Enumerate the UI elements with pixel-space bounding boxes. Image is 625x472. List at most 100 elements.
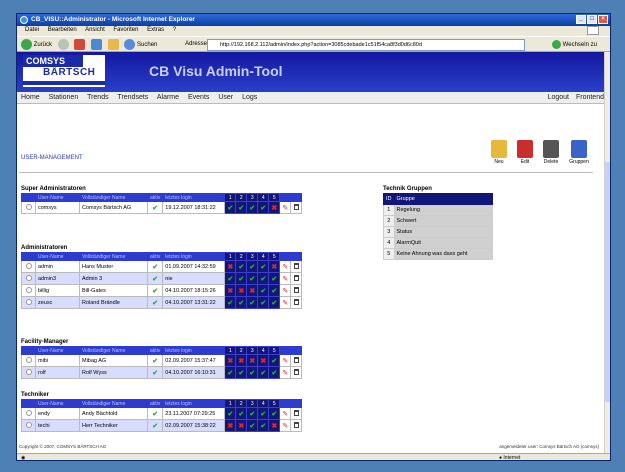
edit-row-icon[interactable]: ✎ (279, 296, 292, 309)
permission-check-icon[interactable]: ✔ (224, 366, 237, 379)
nav-trends[interactable]: Trends (87, 94, 109, 101)
select-radio[interactable] (21, 272, 36, 285)
permission-check-icon[interactable]: ✔ (224, 296, 237, 309)
scroll-thumb[interactable] (605, 162, 610, 402)
permission-check-icon[interactable]: ✔ (246, 419, 259, 432)
permission-check-icon[interactable]: ✔ (257, 296, 270, 309)
menu-ansicht[interactable]: Ansicht (85, 27, 105, 33)
technik-group-row[interactable]: 4 AlarmQuit (383, 237, 493, 249)
permission-check-icon[interactable]: ✔ (246, 296, 259, 309)
permission-check-icon[interactable]: ✔ (257, 366, 270, 379)
maximize-button[interactable]: □ (587, 15, 597, 24)
permission-cross-icon[interactable]: ✖ (235, 354, 248, 367)
logout-link[interactable]: Logout (548, 94, 569, 101)
permission-check-icon[interactable]: ✔ (268, 407, 281, 420)
permission-check-icon[interactable]: ✔ (268, 354, 281, 367)
refresh-button[interactable] (91, 39, 103, 50)
menu-extras[interactable]: Extras (147, 27, 164, 33)
permission-cross-icon[interactable]: ✖ (268, 419, 281, 432)
table-row[interactable]: admin Hans Muster ✔ 01.09.2007 14:32:59 ✖ ✔ ✔ ✔… (21, 260, 303, 273)
nav-stationen[interactable]: Stationen (49, 94, 79, 101)
permission-check-icon[interactable]: ✔ (257, 419, 270, 432)
edit-row-icon[interactable]: ✎ (279, 354, 292, 367)
permission-check-icon[interactable]: ✔ (268, 272, 281, 285)
table-row[interactable]: comsys Comsys Bärtsch AG ✔ 19.12.2007 18:31… (21, 201, 303, 214)
permission-cross-icon[interactable]: ✖ (224, 284, 237, 297)
table-row[interactable]: endy Andy Bächtold ✔ 23.11.2007 07:29:25 ✔ ✔ ✔… (21, 407, 303, 420)
permission-check-icon[interactable]: ✔ (235, 201, 248, 214)
permission-check-icon[interactable]: ✔ (268, 284, 281, 297)
address-input[interactable]: http://192.168.2.112/admin/index.php?act… (207, 39, 525, 51)
table-row[interactable]: admin3 Admin 3 ✔ nie ✔ ✔ ✔ ✔ ✔ ✎ (21, 272, 303, 285)
menu-help[interactable]: ? (173, 27, 176, 33)
back-button[interactable]: Zurück (21, 39, 52, 50)
groups-button[interactable]: Gruppen (567, 140, 591, 165)
close-button[interactable]: × (598, 15, 608, 24)
edit-row-icon[interactable]: ✎ (279, 284, 292, 297)
delete-button[interactable]: Delete (539, 140, 563, 165)
edit-row-icon[interactable]: ✎ (279, 260, 292, 273)
nav-events[interactable]: Events (188, 94, 209, 101)
technik-group-row[interactable]: 5 Keine Ahnung was dass geht (383, 248, 493, 260)
nav-alarme[interactable]: Alarme (157, 94, 179, 101)
menu-datei[interactable]: Datei (25, 27, 39, 33)
select-radio[interactable] (21, 260, 36, 273)
select-radio[interactable] (21, 419, 36, 432)
table-row[interactable]: billig Bill-Gates ✔ 04.10.2007 18:15:26 ✖ ✖ ✖ ✔… (21, 284, 303, 297)
stop-button[interactable] (74, 39, 86, 50)
delete-row-icon[interactable] (290, 407, 303, 420)
permission-check-icon[interactable]: ✔ (235, 366, 248, 379)
permission-check-icon[interactable]: ✔ (235, 296, 248, 309)
permission-check-icon[interactable]: ✔ (257, 407, 270, 420)
permission-check-icon[interactable]: ✔ (246, 366, 259, 379)
go-button[interactable]: Wechseln zu (552, 40, 597, 49)
permission-cross-icon[interactable]: ✖ (257, 354, 270, 367)
technik-group-row[interactable]: 2 Schwert (383, 215, 493, 227)
permission-check-icon[interactable]: ✔ (235, 260, 248, 273)
permission-cross-icon[interactable]: ✖ (235, 284, 248, 297)
vertical-scrollbar[interactable] (604, 52, 610, 453)
nav-trendsets[interactable]: Trendsets (117, 94, 148, 101)
select-radio[interactable] (21, 407, 36, 420)
edit-button[interactable]: Edit (513, 140, 537, 165)
permission-cross-icon[interactable]: ✖ (246, 284, 259, 297)
select-radio[interactable] (21, 201, 36, 214)
new-button[interactable]: Neu (487, 140, 511, 165)
select-radio[interactable] (21, 354, 36, 367)
minimize-button[interactable]: _ (576, 15, 586, 24)
delete-row-icon[interactable] (290, 260, 303, 273)
frontend-link[interactable]: Frontend (576, 94, 604, 101)
permission-check-icon[interactable]: ✔ (246, 260, 259, 273)
permission-check-icon[interactable]: ✔ (224, 272, 237, 285)
permission-check-icon[interactable]: ✔ (257, 284, 270, 297)
select-radio[interactable] (21, 366, 36, 379)
permission-cross-icon[interactable]: ✖ (246, 354, 259, 367)
permission-cross-icon[interactable]: ✖ (224, 260, 237, 273)
technik-group-row[interactable]: 1 Regelung (383, 204, 493, 216)
nav-logs[interactable]: Logs (242, 94, 257, 101)
menu-bearbeiten[interactable]: Bearbeiten (48, 27, 77, 33)
select-radio[interactable] (21, 296, 36, 309)
table-row[interactable]: zeusc Roland Brändle ✔ 04.10.2007 13:31:22 ✔… (21, 296, 303, 309)
permission-check-icon[interactable]: ✔ (235, 272, 248, 285)
permission-cross-icon[interactable]: ✖ (224, 354, 237, 367)
permission-cross-icon[interactable]: ✖ (268, 260, 281, 273)
table-row[interactable]: mibi Mibag AG ✔ 02.09.2007 15:37:47 ✖ ✖ ✖ ✖ ✔ ✎ (21, 354, 303, 367)
permission-check-icon[interactable]: ✔ (246, 201, 259, 214)
forward-button[interactable] (57, 39, 69, 50)
permission-check-icon[interactable]: ✔ (268, 366, 281, 379)
select-radio[interactable] (21, 284, 36, 297)
permission-cross-icon[interactable]: ✖ (224, 419, 237, 432)
menu-favoriten[interactable]: Favoriten (113, 27, 138, 33)
permission-check-icon[interactable]: ✔ (224, 407, 237, 420)
permission-check-icon[interactable]: ✔ (246, 272, 259, 285)
permission-check-icon[interactable]: ✔ (235, 407, 248, 420)
edit-row-icon[interactable]: ✎ (279, 201, 292, 214)
delete-row-icon[interactable] (290, 419, 303, 432)
table-row[interactable]: rolf Rolf Wyss ✔ 04.10.2007 16:10:31 ✔ ✔ ✔ ✔ ✔ ✎ (21, 366, 303, 379)
permission-check-icon[interactable]: ✔ (268, 296, 281, 309)
delete-row-icon[interactable] (290, 366, 303, 379)
edit-row-icon[interactable]: ✎ (279, 272, 292, 285)
permission-check-icon[interactable]: ✔ (246, 407, 259, 420)
permission-cross-icon[interactable]: ✖ (268, 201, 281, 214)
